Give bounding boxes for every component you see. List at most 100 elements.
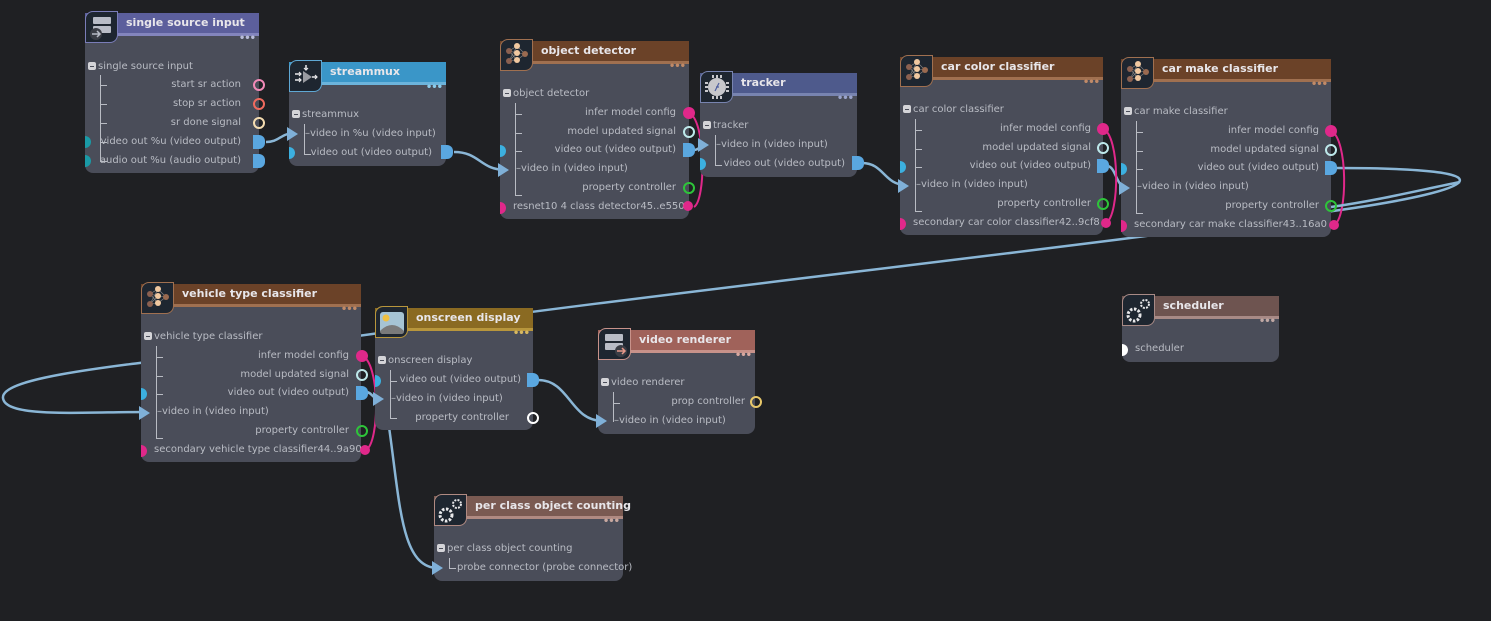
pin-property-controller[interactable] — [1325, 200, 1337, 212]
pin-video-in[interactable] — [287, 127, 298, 141]
pin-model-out[interactable] — [360, 445, 370, 455]
section-header[interactable]: streammux — [292, 109, 359, 120]
pin-infer-model-config[interactable] — [1097, 123, 1109, 135]
node-object-detector[interactable]: object detector ••• object detector infe… — [498, 39, 695, 219]
pin-sr-done-signal[interactable] — [253, 117, 265, 129]
pin-model-out[interactable] — [1329, 220, 1339, 230]
collapse-icon[interactable] — [144, 332, 152, 340]
pin-video-out[interactable] — [852, 156, 864, 170]
more-options-button[interactable]: ••• — [513, 329, 530, 339]
pin-model-out[interactable] — [683, 201, 693, 211]
pin-stop-sr-action[interactable] — [253, 98, 265, 110]
pin-probe-connector[interactable] — [432, 561, 443, 575]
node-tracker[interactable]: tracker ••• tracker –video in (video inp… — [698, 71, 864, 177]
pin-video-out-left[interactable] — [1121, 163, 1127, 175]
collapse-icon[interactable] — [601, 378, 609, 386]
section-header[interactable]: object detector — [503, 88, 589, 99]
node-scheduler[interactable]: scheduler ••• scheduler — [1122, 294, 1279, 362]
collapse-icon[interactable] — [437, 544, 445, 552]
collapse-icon[interactable] — [703, 121, 711, 129]
pin-prop-controller[interactable] — [750, 396, 762, 408]
node-car-color-classifier[interactable]: car color classifier ••• car color class… — [898, 55, 1111, 235]
more-options-button[interactable]: ••• — [341, 305, 358, 315]
neural-network-icon — [500, 39, 533, 71]
collapse-icon[interactable] — [88, 62, 96, 70]
pin-infer-model-config[interactable] — [683, 107, 695, 119]
port-property-controller: property controller — [1225, 200, 1319, 211]
pin-infer-model-config[interactable] — [1325, 125, 1337, 137]
pin-video-out[interactable] — [253, 135, 265, 149]
node-onscreen-display[interactable]: onscreen display ••• onscreen display vi… — [373, 306, 539, 430]
section-header[interactable]: onscreen display — [378, 355, 472, 366]
node-single-source-input[interactable]: single source input ••• single source in… — [85, 11, 265, 173]
pin-video-in[interactable] — [373, 392, 384, 406]
section-header: scheduler — [1135, 343, 1184, 354]
more-options-button[interactable]: ••• — [837, 94, 854, 104]
pin-model-in[interactable] — [500, 202, 506, 214]
pin-model-updated-signal[interactable] — [1097, 142, 1109, 154]
node-car-make-classifier[interactable]: car make classifier ••• car make classif… — [1119, 57, 1339, 237]
pin-audio-out[interactable] — [253, 154, 265, 168]
pin-video-out-left[interactable] — [900, 161, 906, 173]
section-header[interactable]: video renderer — [601, 377, 685, 388]
more-options-button[interactable]: ••• — [669, 62, 686, 72]
pin-video-in-half[interactable] — [700, 158, 706, 170]
more-options-button[interactable]: ••• — [735, 351, 752, 361]
pin-video-in[interactable] — [698, 138, 709, 152]
pin-video-out[interactable] — [441, 145, 453, 159]
pin-model-in[interactable] — [900, 218, 906, 230]
pin-video-in-half[interactable] — [289, 147, 295, 159]
pin-scheduler[interactable] — [1122, 344, 1128, 356]
more-options-button[interactable]: ••• — [239, 34, 256, 44]
pin-model-out[interactable] — [1101, 218, 1111, 228]
section-header[interactable]: tracker — [703, 120, 748, 131]
collapse-icon[interactable] — [292, 110, 300, 118]
pin-video-out-left[interactable] — [141, 388, 147, 400]
pin-video-out[interactable] — [1325, 161, 1337, 175]
pin-video-out[interactable] — [527, 373, 539, 387]
collapse-icon[interactable] — [903, 105, 911, 113]
pin-property-controller[interactable] — [683, 182, 695, 194]
pin-video-out[interactable] — [356, 386, 368, 400]
pin-model-in[interactable] — [141, 445, 147, 457]
more-options-button[interactable]: ••• — [1083, 78, 1100, 88]
pin-model-in[interactable] — [1121, 220, 1127, 232]
more-options-button[interactable]: ••• — [1259, 317, 1276, 327]
pin-video-in[interactable] — [1119, 181, 1130, 195]
more-options-button[interactable]: ••• — [603, 517, 620, 527]
node-streammux[interactable]: streammux ••• streammux –video in %u (vi… — [287, 60, 453, 166]
node-vehicle-type-classifier[interactable]: vehicle type classifier ••• vehicle type… — [139, 282, 370, 462]
node-header[interactable]: vehicle type classifier — [141, 284, 361, 307]
pin-property-controller[interactable] — [356, 425, 368, 437]
pin-video-out[interactable] — [1097, 159, 1109, 173]
collapse-icon[interactable] — [378, 356, 386, 364]
pin-video-in[interactable] — [498, 163, 509, 177]
port-video-in: –video in (video input) — [716, 139, 828, 150]
pin-video-in[interactable] — [898, 179, 909, 193]
more-options-button[interactable]: ••• — [1311, 80, 1328, 90]
pin-model-updated-signal[interactable] — [356, 369, 368, 381]
pin-video-out-left[interactable] — [500, 145, 506, 157]
more-options-button[interactable]: ••• — [426, 83, 443, 93]
pin-model-updated-signal[interactable] — [1325, 144, 1337, 156]
collapse-icon[interactable] — [503, 89, 511, 97]
pin-property-controller[interactable] — [1097, 198, 1109, 210]
pin-start-sr-action[interactable] — [253, 79, 265, 91]
section-header[interactable]: single source input — [88, 61, 193, 72]
section-header[interactable]: car color classifier — [903, 104, 1004, 115]
collapse-icon[interactable] — [1124, 107, 1132, 115]
section-header[interactable]: car make classifier — [1124, 106, 1228, 117]
pin-property-controller[interactable] — [527, 412, 539, 424]
pin-video-out[interactable] — [683, 143, 695, 157]
pin-video-in-left[interactable] — [85, 136, 91, 148]
pin-infer-model-config[interactable] — [356, 350, 368, 362]
pin-audio-in-left[interactable] — [85, 155, 91, 167]
section-header[interactable]: per class object counting — [437, 543, 572, 554]
section-header[interactable]: vehicle type classifier — [144, 331, 262, 342]
pin-video-in[interactable] — [596, 414, 607, 428]
pin-video-in[interactable] — [139, 406, 150, 420]
pin-model-updated-signal[interactable] — [683, 126, 695, 138]
node-per-class-object-counting[interactable]: per class object counting ••• per class … — [432, 494, 632, 581]
pin-video-out-left[interactable] — [375, 375, 381, 387]
node-video-renderer[interactable]: video renderer ••• video renderer prop c… — [596, 328, 762, 434]
